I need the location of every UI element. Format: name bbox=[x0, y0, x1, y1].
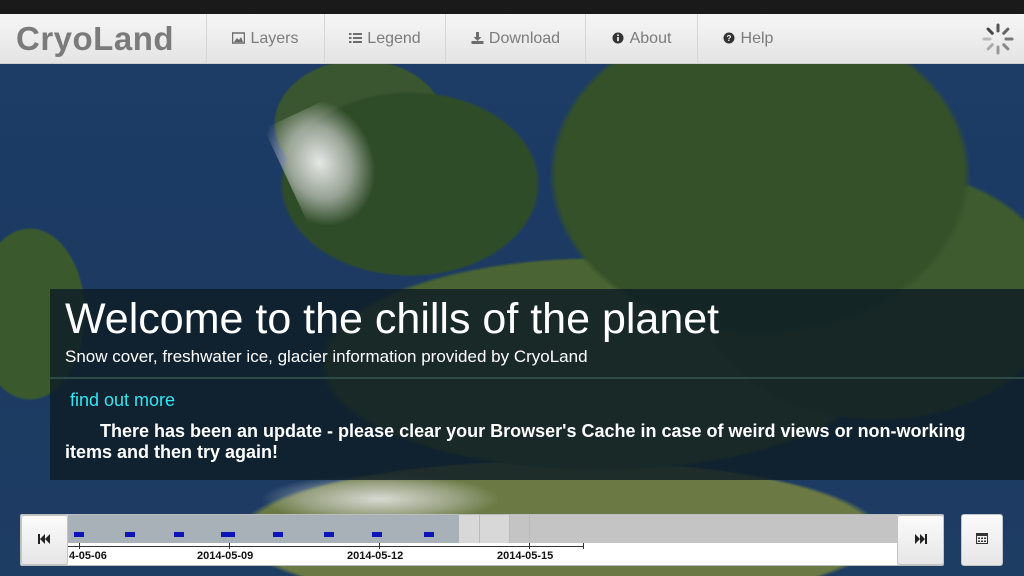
svg-text:?: ? bbox=[726, 34, 731, 43]
list-icon bbox=[349, 32, 363, 44]
welcome-panel: Welcome to the chills of the planet Snow… bbox=[50, 289, 1024, 480]
timeline-axis-tick bbox=[229, 543, 230, 549]
time-slider[interactable]: 4-05-06 2014-05-09 2014-05-12 2014-05-15 bbox=[20, 514, 944, 566]
timeline-date-label: 2014-05-09 bbox=[197, 550, 254, 562]
nav-download-label: Download bbox=[488, 30, 561, 47]
timeline-date-label: 2014-05-15 bbox=[497, 550, 554, 562]
timeline-axis-line bbox=[68, 546, 584, 547]
timeline-selected-range[interactable] bbox=[68, 515, 459, 543]
download-icon bbox=[471, 32, 484, 44]
data-availability-marker[interactable] bbox=[424, 532, 434, 537]
nav-about[interactable]: About bbox=[586, 14, 698, 64]
data-availability-marker[interactable] bbox=[221, 532, 235, 537]
top-navbar: CryoLand Layers Legend Download About ? … bbox=[0, 14, 1024, 64]
data-availability-marker[interactable] bbox=[372, 532, 382, 537]
data-availability-marker[interactable] bbox=[273, 532, 283, 537]
help-icon: ? bbox=[723, 32, 736, 44]
nav-layers[interactable]: Layers bbox=[207, 14, 325, 64]
nav-legend-label: Legend bbox=[367, 30, 421, 47]
nav-layers-label: Layers bbox=[250, 30, 299, 47]
nav-help-label: Help bbox=[740, 30, 774, 47]
timeline-axis-tick bbox=[379, 543, 380, 549]
data-availability-marker[interactable] bbox=[74, 532, 84, 537]
timeline-gap bbox=[459, 515, 509, 543]
nav-download[interactable]: Download bbox=[446, 14, 586, 64]
update-notice: There has been an update - please clear … bbox=[65, 421, 966, 462]
nav-about-label: About bbox=[629, 30, 672, 47]
loading-spinner-icon bbox=[981, 22, 1015, 56]
welcome-subtitle: Snow cover, freshwater ice, glacier info… bbox=[65, 347, 588, 366]
data-availability-marker[interactable] bbox=[125, 532, 135, 537]
skip-back-icon bbox=[38, 531, 51, 549]
nav-help[interactable]: ? Help bbox=[698, 14, 798, 64]
brand-logo[interactable]: CryoLand bbox=[0, 14, 207, 64]
info-icon bbox=[612, 32, 625, 44]
timeline-divider bbox=[479, 515, 480, 543]
timeline-axis-tick bbox=[529, 543, 530, 549]
timeline-date-label: 4-05-06 bbox=[69, 550, 107, 562]
welcome-divider bbox=[50, 377, 1024, 379]
skip-forward-icon bbox=[914, 531, 927, 549]
calendar-icon bbox=[976, 531, 988, 549]
timeline-axis-tick bbox=[583, 543, 584, 549]
image-icon bbox=[232, 32, 246, 44]
timeline-previous-button[interactable] bbox=[21, 515, 68, 565]
calendar-button[interactable] bbox=[961, 514, 1003, 566]
timeline-date-label: 2014-05-12 bbox=[347, 550, 404, 562]
timeline-divider bbox=[529, 515, 530, 543]
data-availability-marker[interactable] bbox=[174, 532, 184, 537]
data-availability-marker[interactable] bbox=[324, 532, 334, 537]
timeline-axis-tick bbox=[79, 543, 80, 549]
find-out-more-link[interactable]: find out more bbox=[70, 390, 175, 411]
map-snow-area bbox=[263, 90, 397, 238]
timeline-next-button[interactable] bbox=[897, 515, 944, 565]
nav-legend[interactable]: Legend bbox=[325, 14, 446, 64]
window-top-strip bbox=[0, 0, 1024, 14]
timeline-divider bbox=[509, 515, 510, 543]
welcome-title: Welcome to the chills of the planet bbox=[65, 295, 720, 343]
